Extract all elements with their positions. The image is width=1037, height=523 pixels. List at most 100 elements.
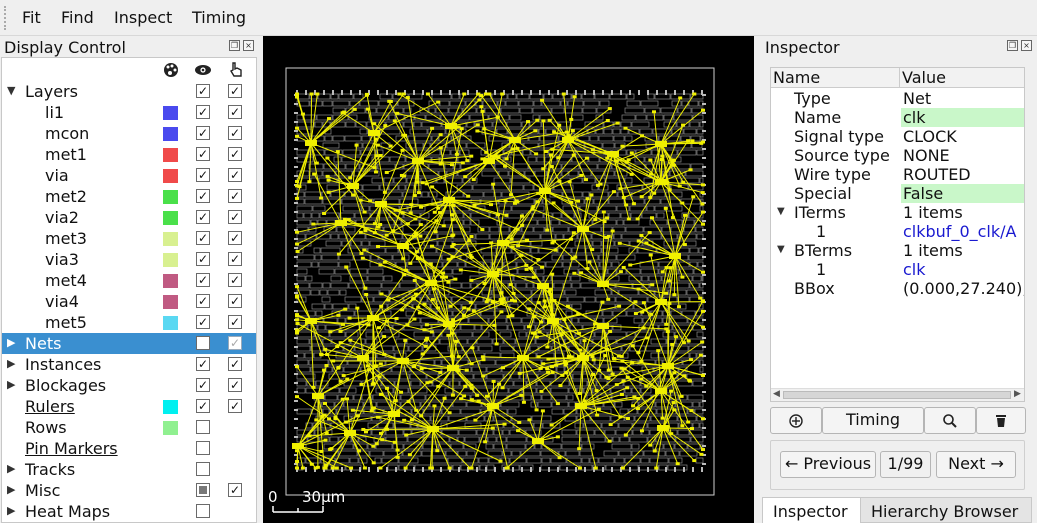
property-row[interactable]: ▼ BTerms 1 items bbox=[771, 241, 1024, 260]
visibility-checkbox[interactable] bbox=[196, 504, 210, 518]
selectable-checkbox[interactable]: ✓ bbox=[228, 189, 242, 203]
color-swatch[interactable] bbox=[163, 190, 178, 204]
delete-button[interactable] bbox=[976, 407, 1026, 434]
tree-row-via4[interactable]: via4 ✓ ✓ bbox=[2, 291, 256, 312]
selectable-checkbox[interactable]: ✓ bbox=[228, 168, 242, 182]
color-swatch[interactable] bbox=[163, 211, 178, 225]
tree-row-via3[interactable]: via3 ✓ ✓ bbox=[2, 249, 256, 270]
float-icon[interactable]: ❐ bbox=[229, 40, 240, 51]
property-row[interactable]: BBox (0.000,27.240), bbox=[771, 279, 1024, 298]
column-header-name[interactable]: Name bbox=[771, 68, 900, 88]
property-row[interactable]: Special False bbox=[771, 184, 1024, 203]
color-swatch[interactable] bbox=[163, 274, 178, 288]
expand-right-icon[interactable]: ▶ bbox=[7, 336, 15, 349]
visibility-checkbox[interactable]: ✓ bbox=[196, 84, 210, 98]
menu-timing[interactable]: Timing bbox=[192, 8, 246, 27]
timing-button[interactable]: Timing bbox=[822, 407, 924, 434]
tree-row-rulers[interactable]: Rulers ✓ ✓ bbox=[2, 396, 256, 417]
tree-row-layers[interactable]: ▼ Layers ✓ ✓ bbox=[2, 81, 256, 102]
tab-inspector[interactable]: Inspector bbox=[762, 497, 861, 523]
property-row[interactable]: Wire type ROUTED bbox=[771, 165, 1024, 184]
tree-row-met2[interactable]: met2 ✓ ✓ bbox=[2, 186, 256, 207]
visibility-checkbox[interactable]: ✓ bbox=[196, 210, 210, 224]
selectable-checkbox[interactable]: ✓ bbox=[228, 84, 242, 98]
visibility-checkbox[interactable] bbox=[196, 483, 210, 497]
selectable-checkbox[interactable]: ✓ bbox=[228, 294, 242, 308]
tree-row-mcon[interactable]: mcon ✓ ✓ bbox=[2, 123, 256, 144]
property-row[interactable]: Name clk bbox=[771, 108, 1024, 127]
selectable-checkbox[interactable]: ✓ bbox=[228, 378, 242, 392]
visibility-checkbox[interactable]: ✓ bbox=[196, 126, 210, 140]
visibility-checkbox[interactable] bbox=[196, 336, 210, 350]
expand-right-icon[interactable]: ▶ bbox=[7, 462, 15, 475]
column-header-value[interactable]: Value bbox=[900, 68, 1024, 88]
tree-row-heat-maps[interactable]: ▶ Heat Maps bbox=[2, 501, 256, 522]
visibility-checkbox[interactable]: ✓ bbox=[196, 231, 210, 245]
visibility-checkbox[interactable]: ✓ bbox=[196, 378, 210, 392]
layout-view[interactable]: 0 30µm bbox=[263, 36, 754, 523]
tree-row-nets[interactable]: ▶ Nets ✓ bbox=[2, 333, 256, 354]
visibility-checkbox[interactable]: ✓ bbox=[196, 189, 210, 203]
selectable-checkbox[interactable]: ✓ bbox=[228, 483, 242, 497]
toolbar-grip[interactable] bbox=[4, 6, 8, 30]
tree-row-via2[interactable]: via2 ✓ ✓ bbox=[2, 207, 256, 228]
property-row[interactable]: 1 clkbuf_0_clk/A bbox=[771, 222, 1024, 241]
color-swatch[interactable] bbox=[163, 169, 178, 183]
selectable-checkbox[interactable]: ✓ bbox=[228, 231, 242, 245]
selectable-checkbox[interactable]: ✓ bbox=[228, 336, 242, 350]
tree-row-rows[interactable]: Rows bbox=[2, 417, 256, 438]
selectable-checkbox[interactable]: ✓ bbox=[228, 315, 242, 329]
menu-inspect[interactable]: Inspect bbox=[114, 8, 172, 27]
scroll-right-icon[interactable]: ▶ bbox=[1014, 389, 1021, 399]
visibility-checkbox[interactable]: ✓ bbox=[196, 252, 210, 266]
property-row[interactable]: Source type NONE bbox=[771, 146, 1024, 165]
menu-fit[interactable]: Fit bbox=[22, 8, 41, 27]
tree-row-met5[interactable]: met5 ✓ ✓ bbox=[2, 312, 256, 333]
tree-row-met3[interactable]: met3 ✓ ✓ bbox=[2, 228, 256, 249]
visibility-checkbox[interactable] bbox=[196, 420, 210, 434]
tree-row-met1[interactable]: met1 ✓ ✓ bbox=[2, 144, 256, 165]
expand-right-icon[interactable]: ▶ bbox=[7, 483, 15, 496]
tree-row-via[interactable]: via ✓ ✓ bbox=[2, 165, 256, 186]
tree-row-pin-markers[interactable]: Pin Markers bbox=[2, 438, 256, 459]
expand-down-icon[interactable]: ▼ bbox=[777, 244, 785, 255]
visibility-checkbox[interactable]: ✓ bbox=[196, 315, 210, 329]
visibility-checkbox[interactable]: ✓ bbox=[196, 273, 210, 287]
expand-right-icon[interactable]: ▶ bbox=[7, 378, 15, 391]
selectable-checkbox[interactable]: ✓ bbox=[228, 126, 242, 140]
tree-row-blockages[interactable]: ▶ Blockages ✓ ✓ bbox=[2, 375, 256, 396]
property-row[interactable]: Signal type CLOCK bbox=[771, 127, 1024, 146]
color-swatch[interactable] bbox=[163, 232, 178, 246]
selectable-checkbox[interactable]: ✓ bbox=[228, 210, 242, 224]
expand-down-icon[interactable]: ▼ bbox=[7, 84, 15, 97]
horizontal-scrollbar[interactable]: ◀ ▶ bbox=[771, 388, 1024, 401]
tree-row-tracks[interactable]: ▶ Tracks bbox=[2, 459, 256, 480]
visibility-checkbox[interactable]: ✓ bbox=[196, 105, 210, 119]
property-row[interactable]: 1 clk bbox=[771, 260, 1024, 279]
selectable-checkbox[interactable]: ✓ bbox=[228, 273, 242, 287]
expand-right-icon[interactable]: ▶ bbox=[7, 357, 15, 370]
scroll-thumb[interactable] bbox=[783, 391, 1011, 399]
visibility-checkbox[interactable]: ✓ bbox=[196, 168, 210, 182]
property-row[interactable]: Type Net bbox=[771, 89, 1024, 108]
tree-row-li1[interactable]: li1 ✓ ✓ bbox=[2, 102, 256, 123]
visibility-checkbox[interactable] bbox=[196, 462, 210, 476]
close-icon[interactable]: × bbox=[1021, 40, 1032, 51]
tree-row-misc[interactable]: ▶ Misc ✓ bbox=[2, 480, 256, 501]
property-row[interactable]: ▼ ITerms 1 items bbox=[771, 203, 1024, 222]
next-button[interactable]: Next → bbox=[936, 451, 1016, 478]
property-link[interactable]: clkbuf_0_clk/A bbox=[901, 222, 1024, 241]
focus-button[interactable] bbox=[770, 407, 822, 434]
expand-down-icon[interactable]: ▼ bbox=[777, 206, 785, 217]
property-link[interactable]: clk bbox=[901, 260, 1024, 279]
visibility-checkbox[interactable] bbox=[196, 441, 210, 455]
selectable-checkbox[interactable]: ✓ bbox=[228, 147, 242, 161]
selectable-checkbox[interactable]: ✓ bbox=[228, 105, 242, 119]
selectable-checkbox[interactable]: ✓ bbox=[228, 357, 242, 371]
float-icon[interactable]: ❐ bbox=[1007, 40, 1018, 51]
close-icon[interactable]: × bbox=[243, 40, 254, 51]
visibility-checkbox[interactable]: ✓ bbox=[196, 294, 210, 308]
color-swatch[interactable] bbox=[163, 421, 178, 435]
color-swatch[interactable] bbox=[163, 316, 178, 330]
menu-find[interactable]: Find bbox=[61, 8, 94, 27]
